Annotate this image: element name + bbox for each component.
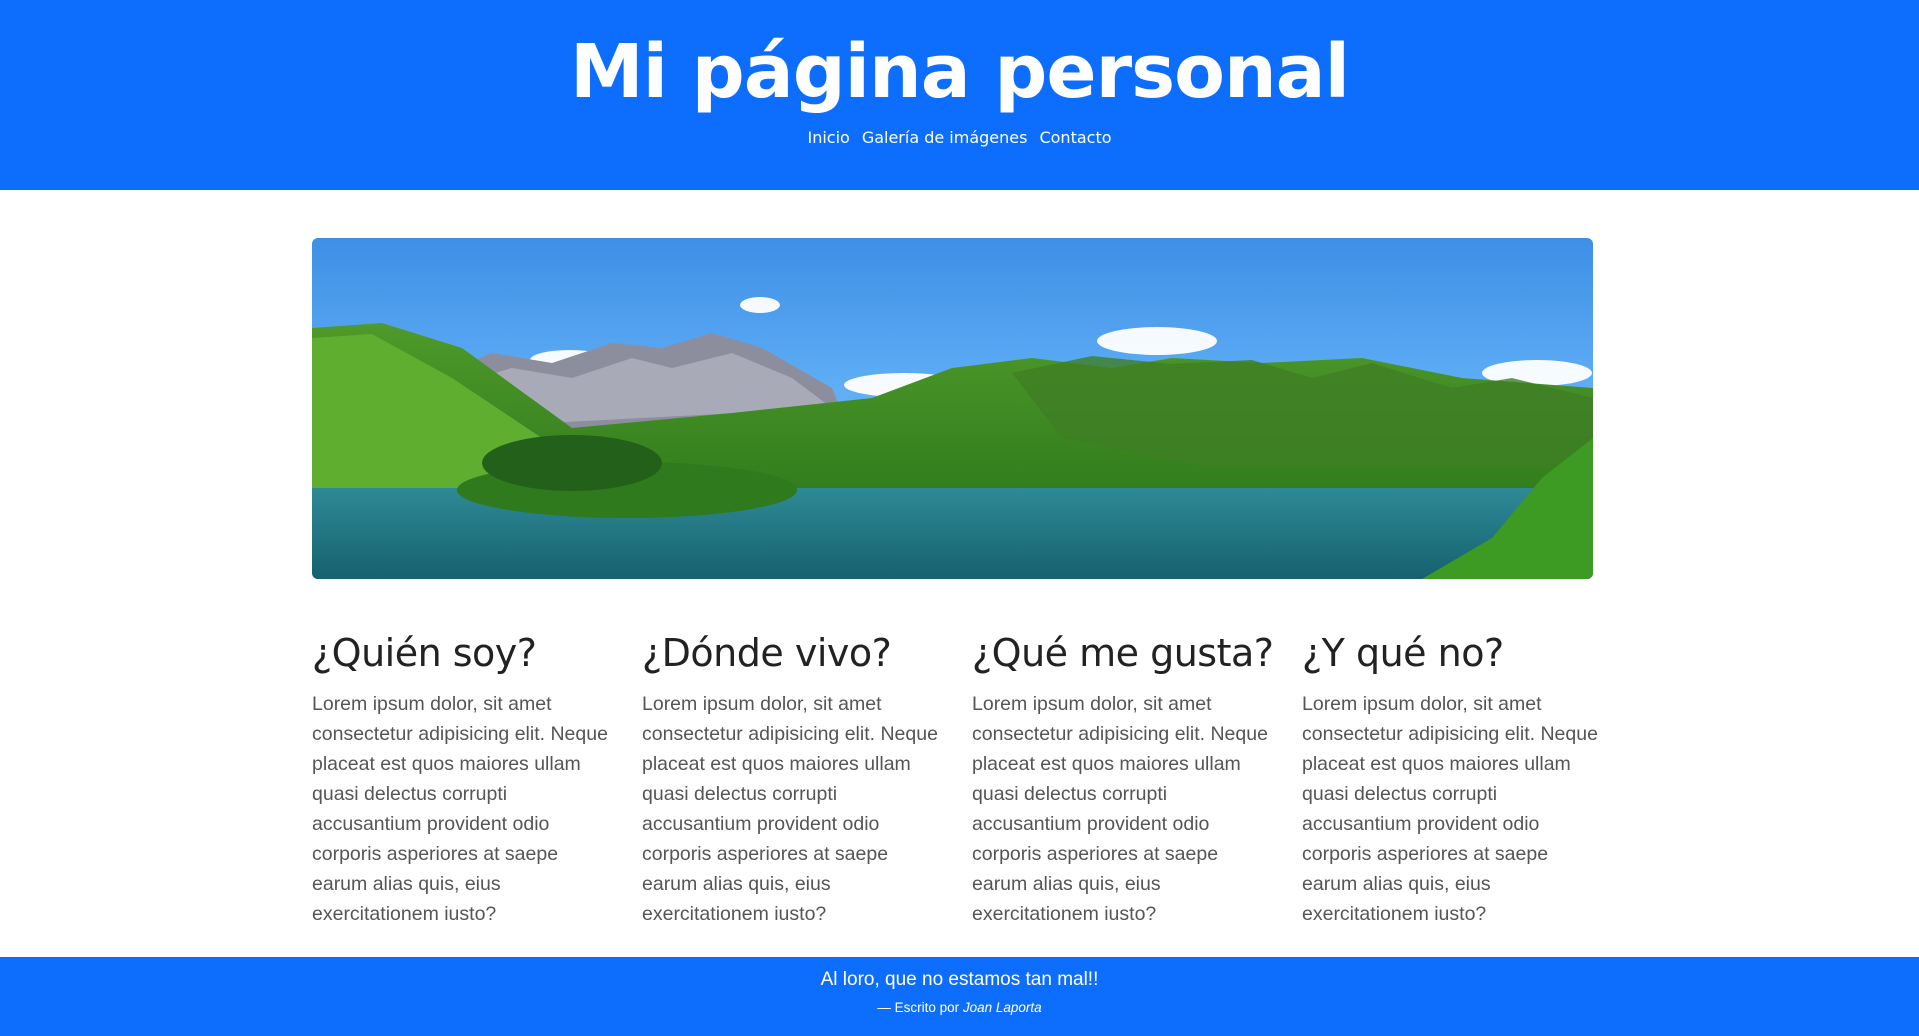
hero-image <box>312 238 1593 579</box>
section-body: Lorem ipsum dolor, sit amet consectetur … <box>312 693 608 925</box>
nav-link-inicio[interactable]: Inicio <box>807 126 849 150</box>
site-title: Mi página personal <box>570 29 1350 115</box>
mountain-lake-image <box>312 238 1593 579</box>
footer-quote: Al loro, que no estamos tan mal!! <box>820 969 1099 990</box>
section-heading: ¿Dónde vivo? <box>642 631 892 675</box>
section-donde-vivo: ¿Dónde vivo? Lorem ipsum dolor, sit amet… <box>642 625 942 929</box>
site-footer: Al loro, que no estamos tan mal!! — Escr… <box>0 957 1919 1036</box>
nav-link-galeria[interactable]: Galería de imágenes <box>862 126 1028 150</box>
citation-prefix: — Escrito por <box>877 1000 963 1015</box>
section-body: Lorem ipsum dolor, sit amet consectetur … <box>642 693 938 925</box>
section-heading: ¿Qué me gusta? <box>972 631 1274 675</box>
section-body: Lorem ipsum dolor, sit amet consectetur … <box>1302 693 1598 925</box>
footer-citation: — Escrito por Joan Laporta <box>0 998 1919 1018</box>
section-quien-soy: ¿Quién soy? Lorem ipsum dolor, sit amet … <box>312 625 612 929</box>
main-nav: Inicio Galería de imágenes Contacto <box>0 126 1919 150</box>
citation-author: Joan Laporta <box>962 1000 1042 1015</box>
nav-link-contacto[interactable]: Contacto <box>1039 126 1111 150</box>
section-que-me-gusta: ¿Qué me gusta? Lorem ipsum dolor, sit am… <box>972 625 1274 929</box>
site-header: Mi página personal Inicio Galería de imá… <box>0 0 1919 190</box>
section-y-que-no: ¿Y qué no? Lorem ipsum dolor, sit amet c… <box>1302 625 1602 929</box>
section-heading: ¿Quién soy? <box>312 631 537 675</box>
section-heading: ¿Y qué no? <box>1302 631 1504 675</box>
section-body: Lorem ipsum dolor, sit amet consectetur … <box>972 693 1268 925</box>
